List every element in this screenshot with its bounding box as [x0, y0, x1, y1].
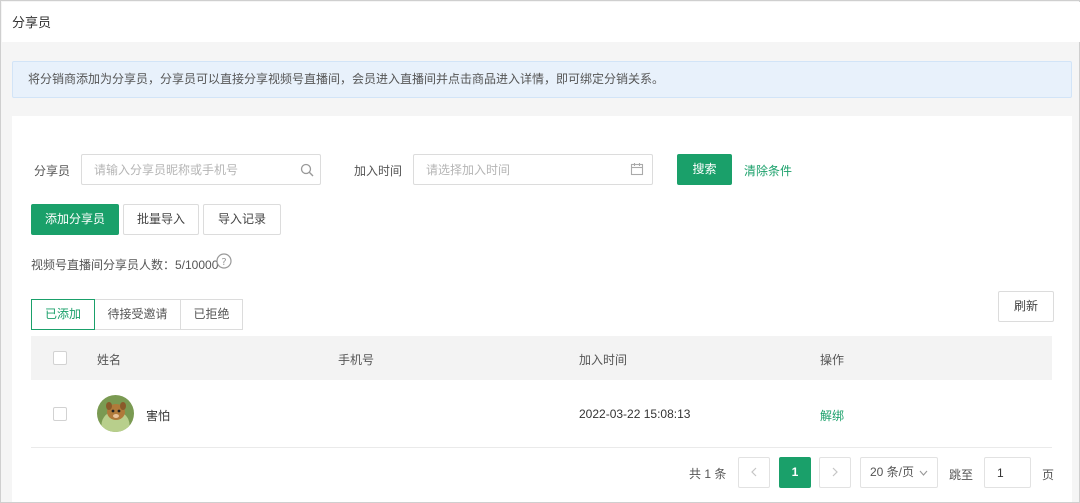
time-filter-label: 加入时间: [354, 164, 403, 178]
col-actions: 操作: [820, 353, 845, 367]
notice-text: 将分销商添加为分享员，分享员可以直接分享视频号直播间，会员进入直播间并点击商品进…: [28, 72, 665, 86]
sharer-search-input[interactable]: [81, 154, 321, 185]
select-all-checkbox[interactable]: [53, 351, 67, 365]
app-frame: 分享员 将分销商添加为分享员，分享员可以直接分享视频号直播间，会员进入直播间并点…: [0, 0, 1080, 503]
col-phone: 手机号: [338, 353, 375, 367]
help-icon[interactable]: ?: [216, 253, 232, 269]
page-suffix: 页: [1042, 468, 1055, 482]
refresh-button[interactable]: 刷新: [998, 291, 1054, 322]
chevron-right-icon: [832, 467, 838, 477]
batch-import-button[interactable]: 批量导入: [123, 204, 199, 235]
search-icon[interactable]: [300, 163, 314, 177]
jump-label: 跳至: [949, 468, 974, 482]
col-name: 姓名: [97, 353, 122, 367]
info-notice: 将分销商添加为分享员，分享员可以直接分享视频号直播间，会员进入直播间并点击商品进…: [12, 61, 1072, 98]
page-header: 分享员: [2, 2, 1080, 42]
page-size-select[interactable]: 20 条/页: [860, 457, 938, 488]
row-checkbox[interactable]: [53, 407, 67, 421]
col-joined: 加入时间: [579, 353, 628, 367]
chevron-left-icon: [751, 467, 757, 477]
calendar-icon[interactable]: [630, 162, 644, 176]
page-size-value: 20 条/页: [870, 465, 915, 479]
tab-pending-invite[interactable]: 待接受邀请: [94, 299, 181, 330]
page-1-button[interactable]: 1: [779, 457, 811, 488]
pagination-total: 共 1 条: [689, 467, 727, 481]
next-page-button[interactable]: [819, 457, 851, 488]
table-header: 姓名 手机号 加入时间 操作: [31, 336, 1052, 380]
tab-rejected[interactable]: 已拒绝: [180, 299, 243, 330]
avatar: [97, 395, 134, 432]
tab-added[interactable]: 已添加: [31, 299, 95, 330]
sharer-filter-label: 分享员: [34, 164, 71, 178]
table-row: 害怕 2022-03-22 15:08:13 解绑: [31, 380, 1052, 448]
prev-page-button[interactable]: [738, 457, 770, 488]
jump-page-input[interactable]: [984, 457, 1031, 488]
svg-text:?: ?: [221, 257, 226, 268]
join-time: 2022-03-22 15:08:13: [579, 407, 691, 421]
import-log-button[interactable]: 导入记录: [203, 204, 281, 235]
unbind-link[interactable]: 解绑: [820, 407, 844, 424]
main-panel: 分享员 加入时间 搜索 清除条件 添加分享员 批量导入 导入记录 视频号直播间分…: [12, 116, 1072, 502]
search-button[interactable]: 搜索: [677, 154, 732, 185]
sharer-count-text: 视频号直播间分享员人数：5/10000: [31, 258, 219, 272]
chevron-down-icon: [919, 470, 928, 476]
add-sharer-button[interactable]: 添加分享员: [31, 204, 119, 235]
page-title: 分享员: [12, 15, 52, 30]
sharer-name: 害怕: [146, 409, 171, 423]
clear-filters-link[interactable]: 清除条件: [744, 162, 792, 179]
join-time-picker[interactable]: [413, 154, 653, 185]
